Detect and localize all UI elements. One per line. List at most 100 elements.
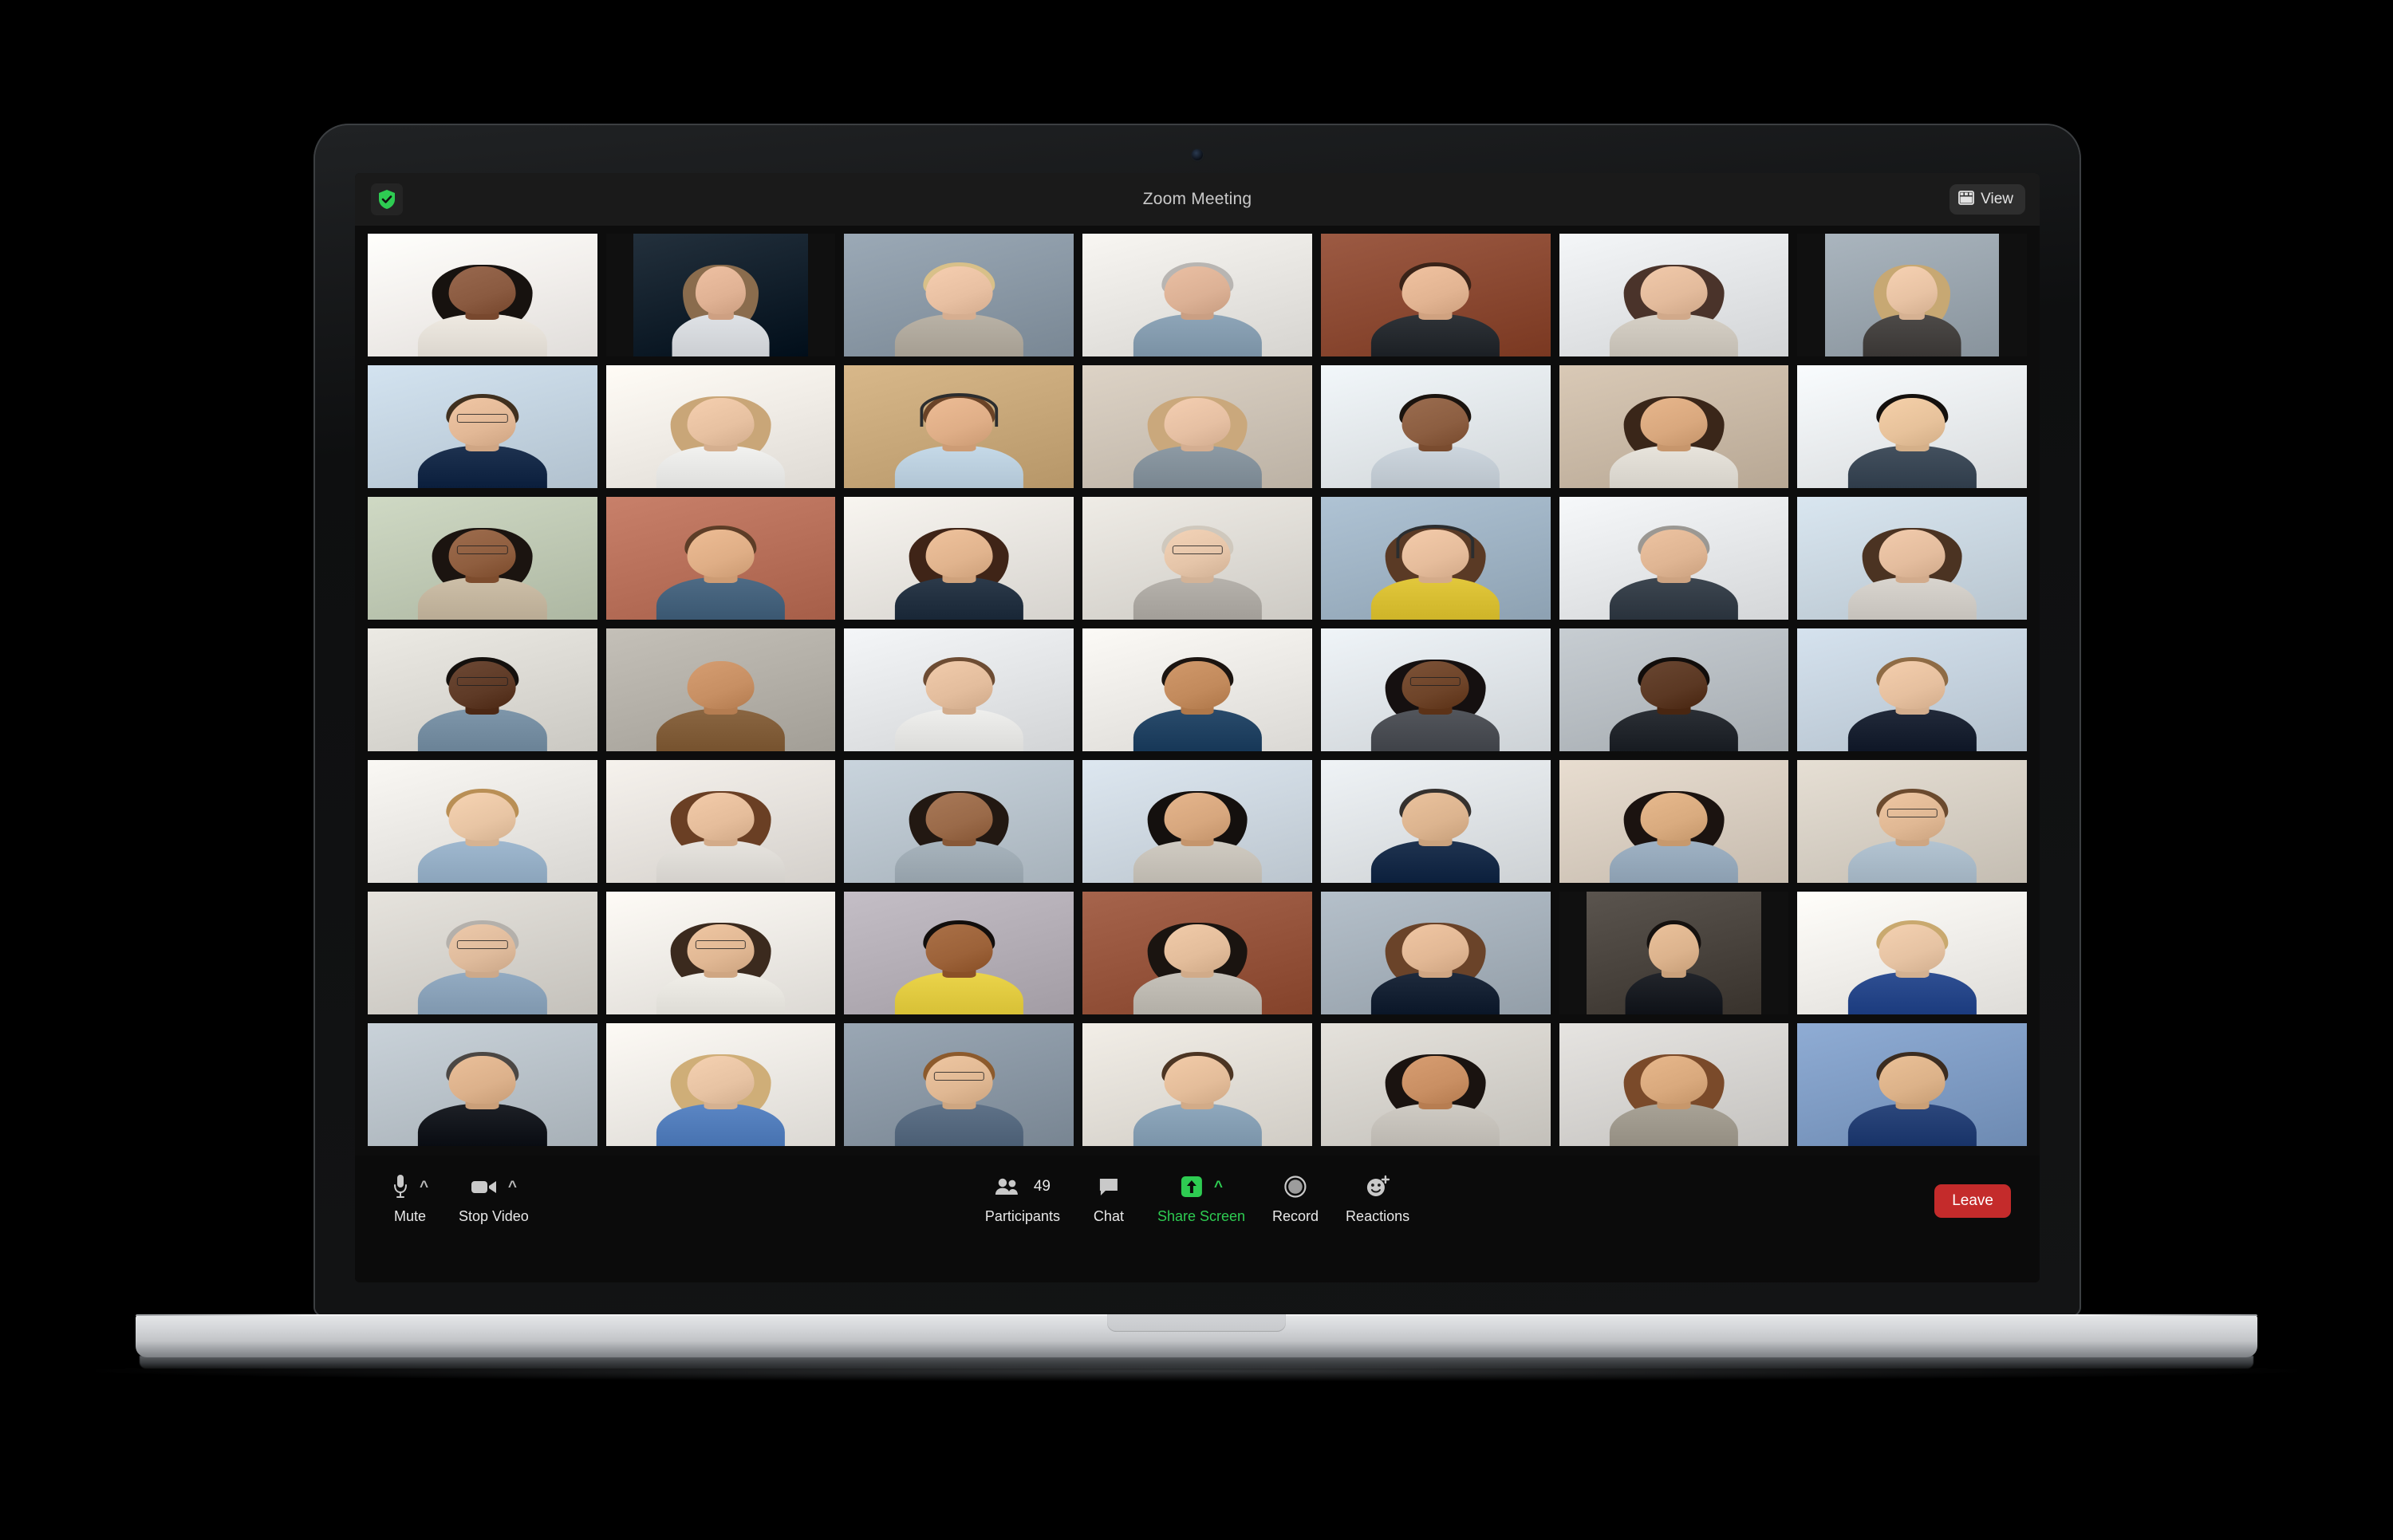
participant-video-feed <box>844 628 1074 751</box>
participant-tile[interactable] <box>1559 365 1789 488</box>
mute-button[interactable]: ^ Mute <box>388 1170 432 1225</box>
participant-tile[interactable] <box>844 628 1074 751</box>
participant-tile[interactable] <box>368 892 597 1014</box>
participant-silhouette <box>1371 1048 1500 1146</box>
participant-tile[interactable] <box>605 1023 836 1146</box>
participant-tile[interactable] <box>1082 234 1312 356</box>
participant-tile[interactable] <box>1320 628 1551 751</box>
participant-tile[interactable] <box>368 497 597 620</box>
participant-tile[interactable] <box>1797 892 2027 1014</box>
share-options-chevron-up-icon[interactable]: ^ <box>1214 1180 1223 1195</box>
chat-bubble-icon <box>1098 1171 1120 1203</box>
silhouette-torso <box>656 840 786 883</box>
participant-tile[interactable] <box>1082 892 1312 1014</box>
participant-tile[interactable] <box>844 497 1074 620</box>
record-button-label: Record <box>1272 1208 1319 1224</box>
participant-tile[interactable] <box>605 234 836 356</box>
participant-tile[interactable] <box>844 760 1074 883</box>
participant-video-feed <box>368 1023 597 1146</box>
glasses-icon <box>933 1072 984 1081</box>
participant-tile[interactable] <box>368 760 597 883</box>
participant-tile[interactable] <box>1797 1023 2027 1146</box>
participant-tile[interactable] <box>605 892 836 1014</box>
view-button[interactable]: View <box>1949 184 2025 215</box>
participant-tile[interactable] <box>1797 497 2027 620</box>
participant-tile[interactable] <box>844 365 1074 488</box>
record-button[interactable]: Record <box>1272 1170 1319 1225</box>
participant-video-feed <box>1797 628 2027 751</box>
participant-tile[interactable] <box>1559 628 1789 751</box>
participant-tile[interactable] <box>1320 365 1551 488</box>
glasses-icon <box>1172 545 1223 555</box>
participant-tile[interactable] <box>1320 760 1551 883</box>
participant-tile[interactable] <box>1320 234 1551 356</box>
participant-tile[interactable] <box>605 365 836 488</box>
participant-tile[interactable] <box>1082 497 1312 620</box>
participant-tile[interactable] <box>1559 892 1789 1014</box>
participant-tile[interactable] <box>605 760 836 883</box>
laptop-lid-notch <box>1107 1314 1286 1332</box>
laptop-mockup: Zoom Meeting View ^ Mute ^ Stop Video 49… <box>0 0 2393 1540</box>
titlebar: Zoom Meeting View <box>355 173 2040 226</box>
participant-silhouette <box>418 916 547 1014</box>
participant-tile[interactable] <box>1559 234 1789 356</box>
stop-video-button[interactable]: ^ Stop Video <box>459 1170 529 1225</box>
shield-check-icon[interactable] <box>371 183 403 215</box>
silhouette-head <box>925 793 993 841</box>
participants-button[interactable]: 49 Participants <box>985 1170 1060 1225</box>
toolbar-right-group: Leave <box>1934 1184 2011 1218</box>
video-options-chevron-up-icon[interactable]: ^ <box>508 1180 517 1195</box>
participant-tile[interactable] <box>368 628 597 751</box>
silhouette-torso <box>1133 1103 1262 1146</box>
participant-silhouette <box>1371 785 1500 883</box>
participant-tile[interactable] <box>605 628 836 751</box>
participant-video-feed <box>1082 234 1312 356</box>
headset-icon <box>920 392 999 427</box>
silhouette-head <box>1164 793 1231 841</box>
participant-tile[interactable] <box>1320 497 1551 620</box>
participant-tile[interactable] <box>1082 628 1312 751</box>
participant-silhouette <box>656 785 786 883</box>
silhouette-torso <box>1847 708 1977 751</box>
participant-tile[interactable] <box>844 234 1074 356</box>
participant-video-feed <box>605 365 836 488</box>
participant-tile[interactable] <box>368 365 597 488</box>
mute-options-chevron-up-icon[interactable]: ^ <box>420 1180 428 1195</box>
participant-tile[interactable] <box>368 234 597 356</box>
chat-button[interactable]: Chat <box>1087 1170 1130 1225</box>
participant-tile[interactable] <box>1797 365 2027 488</box>
participant-tile[interactable] <box>605 497 836 620</box>
participant-silhouette <box>1863 258 1961 356</box>
people-icon <box>995 1171 1020 1203</box>
leave-button[interactable]: Leave <box>1934 1184 2011 1218</box>
participant-video-feed <box>605 628 836 751</box>
participant-video-feed <box>368 760 597 883</box>
participant-silhouette <box>656 916 786 1014</box>
participant-tile[interactable] <box>1320 1023 1551 1146</box>
participant-tile[interactable] <box>1559 760 1789 883</box>
participant-tile[interactable] <box>1320 892 1551 1014</box>
participant-silhouette <box>1371 916 1500 1014</box>
silhouette-head <box>695 266 747 314</box>
participant-video-feed <box>1797 1023 2027 1146</box>
silhouette-torso <box>418 840 547 883</box>
participant-tile[interactable] <box>368 1023 597 1146</box>
participant-tile[interactable] <box>1082 1023 1312 1146</box>
participant-tile[interactable] <box>844 892 1074 1014</box>
participant-tile[interactable] <box>1797 234 2027 356</box>
participant-tile[interactable] <box>1797 628 2027 751</box>
share-screen-button[interactable]: ^ Share Screen <box>1157 1170 1245 1225</box>
participant-tile[interactable] <box>1797 760 2027 883</box>
participant-tile[interactable] <box>844 1023 1074 1146</box>
participant-video-feed <box>1082 628 1312 751</box>
participant-silhouette <box>1847 653 1977 751</box>
participant-tile[interactable] <box>1082 365 1312 488</box>
participant-tile[interactable] <box>1559 497 1789 620</box>
participant-silhouette <box>1133 916 1262 1014</box>
silhouette-head <box>687 1056 755 1104</box>
reactions-button[interactable]: Reactions <box>1346 1170 1409 1225</box>
participant-tile[interactable] <box>1559 1023 1789 1146</box>
participants-count: 49 <box>1033 1178 1051 1195</box>
participant-tile[interactable] <box>1082 760 1312 883</box>
silhouette-head <box>687 793 755 841</box>
